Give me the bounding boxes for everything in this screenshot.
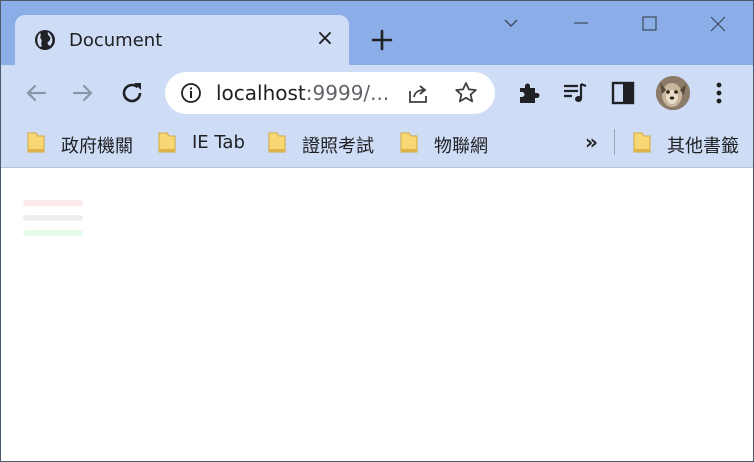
star-icon[interactable] <box>453 80 479 106</box>
bookmark-label: IE Tab <box>192 132 245 153</box>
toolbar: localhost:9999/... <box>1 65 753 121</box>
close-icon[interactable] <box>698 9 738 39</box>
globe-icon <box>35 30 55 50</box>
placeholder-bar-green <box>23 230 83 236</box>
side-panel-icon[interactable] <box>609 79 637 107</box>
placeholder-bar-gray <box>23 215 83 221</box>
reload-icon[interactable] <box>116 77 148 109</box>
profile-photo <box>656 76 690 110</box>
forward-icon[interactable] <box>67 77 99 109</box>
bookmark-label: 證照考試 <box>302 136 374 157</box>
bookmarks-separator <box>614 129 615 155</box>
bookmark-label: 政府機關 <box>61 136 133 157</box>
url-text: localhost:9999/... <box>216 81 389 105</box>
close-tab-icon[interactable]: × <box>313 27 337 51</box>
avatar[interactable] <box>656 76 690 110</box>
folder-icon <box>400 132 418 153</box>
folder-icon <box>633 132 651 153</box>
folder-icon <box>27 132 45 153</box>
extensions-icon[interactable] <box>514 79 542 107</box>
address-bar[interactable]: localhost:9999/... <box>165 72 495 114</box>
url-host: localhost <box>216 81 306 105</box>
share-icon[interactable] <box>405 81 431 107</box>
title-bar: Document × <box>1 1 753 65</box>
url-rest: :9999/... <box>305 81 390 105</box>
minimize-icon[interactable] <box>561 9 601 39</box>
back-icon[interactable] <box>20 77 52 109</box>
bookmarks-bar: 政府機關 IE Tab 證照考試 物聯網 » 其他書籤 <box>1 121 753 168</box>
bookmark-label: 物聯網 <box>434 136 488 157</box>
more-bookmarks-button[interactable]: » <box>585 130 598 154</box>
placeholder-bar-red <box>23 200 83 206</box>
folder-icon <box>268 132 286 153</box>
tab-title: Document <box>69 30 163 51</box>
browser-window: Document × localhost:9999/... 政府機關 IE Ta… <box>0 0 754 462</box>
tab-document[interactable]: Document × <box>15 15 349 65</box>
bookmark-label: 其他書籤 <box>667 136 739 157</box>
plus-icon[interactable] <box>367 25 397 55</box>
chevron-down-icon[interactable] <box>491 9 531 39</box>
maximize-icon[interactable] <box>629 9 669 39</box>
menu-icon[interactable] <box>705 79 733 107</box>
page-content <box>1 168 753 461</box>
reading-list-icon[interactable] <box>561 79 589 107</box>
folder-icon <box>158 132 176 153</box>
info-icon[interactable] <box>179 81 203 105</box>
